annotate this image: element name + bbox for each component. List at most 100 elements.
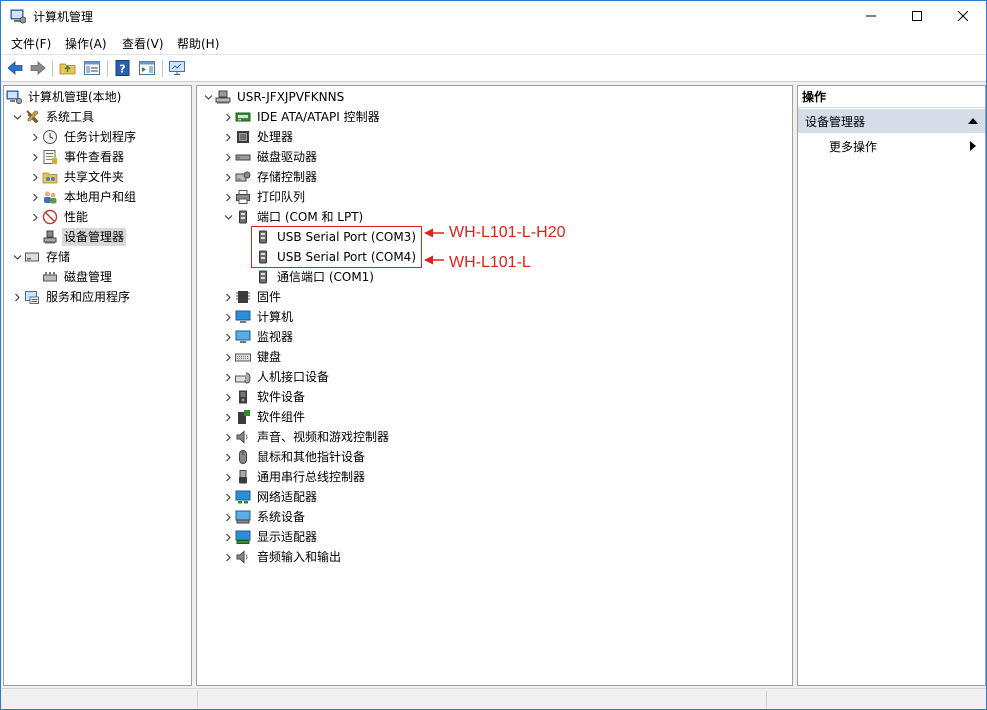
tree-item-computer-management[interactable]: 计算机管理(本地)	[6, 87, 123, 107]
menu-action[interactable]: 操作(A)	[65, 35, 107, 52]
chevron-right-icon[interactable]	[28, 167, 42, 187]
show-hide-console-tree-icon[interactable]	[83, 59, 101, 77]
tree-item-device-manager[interactable]: 设备管理器	[42, 227, 127, 247]
chevron-right-icon[interactable]	[221, 287, 235, 307]
chevron-right-icon[interactable]	[221, 387, 235, 407]
chevron-down-icon[interactable]	[201, 87, 215, 107]
device-category-system-devices[interactable]: 系统设备	[221, 507, 307, 527]
device-category-audio-io[interactable]: 音频输入和输出	[221, 547, 343, 567]
device-category-label: 鼠标和其他指针设备	[257, 450, 366, 464]
chevron-down-icon[interactable]	[221, 207, 235, 227]
toolbar-separator	[162, 60, 163, 77]
chevron-right-icon[interactable]	[28, 147, 42, 167]
device-category-processor[interactable]: 处理器	[221, 127, 295, 147]
performance-icon	[42, 209, 58, 225]
device-category-label: 监视器	[257, 330, 294, 344]
firmware-icon	[236, 291, 250, 303]
tree-item-local-users-groups[interactable]: 本地用户和组	[28, 187, 138, 207]
chevron-right-icon[interactable]	[221, 527, 235, 547]
chevron-right-icon[interactable]	[221, 167, 235, 187]
maximize-button[interactable]	[894, 1, 940, 31]
chevron-right-icon[interactable]	[10, 287, 24, 307]
tree-item-system-tools[interactable]: 系统工具	[10, 107, 96, 127]
chevron-right-icon[interactable]	[221, 407, 235, 427]
device-category-monitors[interactable]: 监视器	[221, 327, 295, 347]
chevron-right-icon[interactable]	[221, 467, 235, 487]
device-category-disk-drives[interactable]: 磁盘驱动器	[221, 147, 319, 167]
toolbar-separator	[52, 60, 53, 77]
tree-item-event-viewer[interactable]: 事件查看器	[28, 147, 126, 167]
device-category-display-adapters[interactable]: 显示适配器	[221, 527, 319, 547]
tree-item-performance[interactable]: 性能	[28, 207, 90, 227]
device-category-computer[interactable]: 计算机	[221, 307, 295, 327]
hid-icon	[235, 372, 251, 384]
device-category-label: 存储控制器	[257, 170, 318, 184]
chevron-right-icon[interactable]	[221, 127, 235, 147]
chevron-up-icon[interactable]	[968, 117, 978, 124]
tree-item-disk-management[interactable]: 磁盘管理	[42, 267, 114, 287]
chevron-right-icon[interactable]	[221, 347, 235, 367]
device-tree-root[interactable]: USR-JFXJPVFKNNS	[201, 87, 346, 107]
device-category-firmware[interactable]: 固件	[221, 287, 283, 307]
tree-item-storage[interactable]: 存储	[10, 247, 72, 267]
storage-controller-icon	[235, 171, 251, 182]
device-category-print-queues[interactable]: 打印队列	[221, 187, 307, 207]
show-hide-action-pane-icon[interactable]	[138, 59, 156, 77]
chevron-down-icon[interactable]	[10, 107, 24, 127]
chevron-right-icon[interactable]	[221, 187, 235, 207]
port-icon	[239, 210, 247, 224]
forward-icon[interactable]	[29, 59, 47, 77]
device-category-software-devices[interactable]: 软件设备	[221, 387, 307, 407]
chevron-right-icon	[970, 141, 976, 151]
device-com1[interactable]: 通信端口 (COM1)	[255, 267, 376, 287]
minimize-button[interactable]	[848, 1, 894, 31]
tree-item-services-applications[interactable]: 服务和应用程序	[10, 287, 132, 307]
chevron-right-icon[interactable]	[221, 327, 235, 347]
device-category-label: 打印队列	[257, 190, 306, 204]
tree-item-label-selected: 设备管理器	[62, 228, 127, 246]
chevron-right-icon[interactable]	[28, 187, 42, 207]
device-category-network-adapters[interactable]: 网络适配器	[221, 487, 319, 507]
minimize-icon	[866, 15, 876, 17]
chevron-right-icon[interactable]	[221, 147, 235, 167]
device-category-label: 显示适配器	[257, 530, 318, 544]
close-button[interactable]	[940, 1, 986, 31]
chevron-right-icon[interactable]	[221, 507, 235, 527]
menu-file[interactable]: 文件(F)	[11, 35, 51, 52]
device-category-sound[interactable]: 声音、视频和游戏控制器	[221, 427, 391, 447]
monitor-icon[interactable]	[168, 59, 186, 77]
device-category-ports[interactable]: 端口 (COM 和 LPT)	[221, 207, 365, 227]
device-category-ide[interactable]: IDE ATA/ATAPI 控制器	[221, 107, 382, 127]
chevron-right-icon[interactable]	[221, 487, 235, 507]
chevron-right-icon[interactable]	[221, 427, 235, 447]
chevron-right-icon[interactable]	[221, 547, 235, 567]
chevron-down-icon[interactable]	[10, 247, 24, 267]
device-category-software-components[interactable]: 软件组件	[221, 407, 307, 427]
annotation-label-com3: WH-L101-L-H20	[449, 224, 566, 241]
device-category-label: 系统设备	[257, 510, 306, 524]
shared-folder-icon	[42, 172, 58, 184]
chevron-right-icon[interactable]	[221, 307, 235, 327]
device-category-usb[interactable]: 通用串行总线控制器	[221, 467, 367, 487]
chevron-right-icon[interactable]	[221, 447, 235, 467]
chevron-right-icon[interactable]	[221, 367, 235, 387]
up-folder-icon[interactable]	[59, 59, 77, 77]
close-icon	[958, 11, 968, 21]
device-category-label: 计算机	[257, 310, 294, 324]
chevron-right-icon[interactable]	[28, 207, 42, 227]
chevron-right-icon[interactable]	[28, 127, 42, 147]
annotation-arrow-icon	[424, 228, 444, 238]
help-icon[interactable]: ?	[114, 59, 132, 77]
tree-item-task-scheduler[interactable]: 任务计划程序	[28, 127, 138, 147]
device-category-mice[interactable]: 鼠标和其他指针设备	[221, 447, 367, 467]
menu-help[interactable]: 帮助(H)	[177, 35, 219, 52]
device-category-keyboards[interactable]: 键盘	[221, 347, 283, 367]
back-icon[interactable]	[6, 59, 24, 77]
chevron-right-icon[interactable]	[221, 107, 235, 127]
more-actions-item[interactable]: 更多操作	[798, 136, 985, 156]
device-category-hid[interactable]: 人机接口设备	[221, 367, 331, 387]
tree-item-shared-folders[interactable]: 共享文件夹	[28, 167, 126, 187]
menu-view[interactable]: 查看(V)	[122, 35, 164, 52]
actions-section-device-manager[interactable]: 设备管理器	[798, 109, 985, 133]
device-category-storage-controllers[interactable]: 存储控制器	[221, 167, 319, 187]
